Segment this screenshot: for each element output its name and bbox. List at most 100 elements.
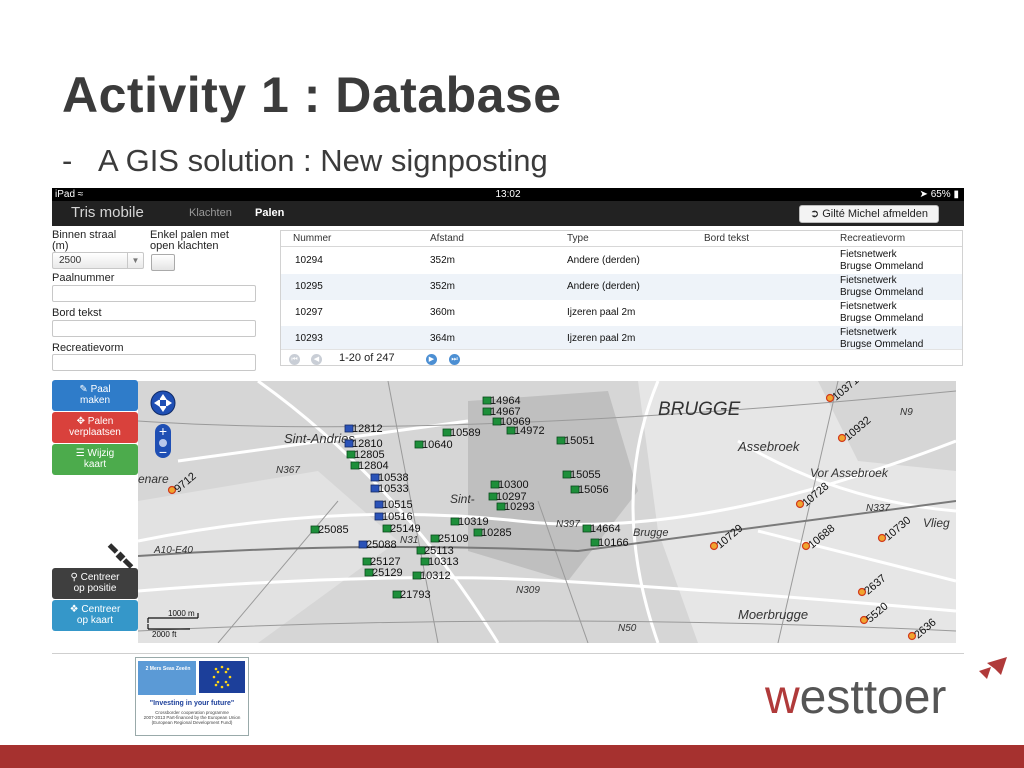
- slide-title: Activity 1 : Database: [62, 67, 562, 123]
- open-klachten-checkbox[interactable]: [151, 254, 175, 271]
- table-row[interactable]: 10294 352m Andere (derden) Fietsnetwerk B…: [281, 248, 962, 274]
- brand-arrow-icon: [987, 657, 1007, 675]
- map-road-label: N367: [276, 465, 300, 476]
- map-marker-label: 10515: [382, 499, 413, 511]
- page-range: 1-20 of 247: [339, 352, 395, 364]
- map-marker-label: 12804: [358, 460, 389, 472]
- zoom-out-icon[interactable]: −: [159, 444, 167, 460]
- map-marker-label: 10312: [420, 570, 451, 582]
- map-marker-label: 10285: [481, 527, 512, 539]
- menu-icon: ☰: [75, 448, 85, 459]
- palen-verplaatsen-button[interactable]: ✥ Palen verplaatsen: [52, 412, 138, 443]
- map-marker-label: 25129: [372, 567, 403, 579]
- map-place-label: Moerbrugge: [738, 607, 808, 622]
- open-klachten-label-2: open klachten: [150, 240, 219, 252]
- map-marker-label: 25088: [366, 539, 397, 551]
- map-marker-label: 10300: [498, 479, 529, 491]
- slide-subtitle: -A GIS solution : New signposting: [62, 143, 548, 179]
- col-bord-tekst[interactable]: Bord tekst: [704, 231, 749, 247]
- status-bar: iPad ≈ 13:02 ➤ 65% ▮: [52, 188, 964, 201]
- next-page-icon[interactable]: ▶: [426, 354, 437, 365]
- table-row[interactable]: 10295 352m Andere (derden) Fietsnetwerk B…: [281, 274, 962, 300]
- map-place-label: Vlieg: [923, 516, 950, 530]
- wijzig-kaart-button[interactable]: ☰ Wijzig kaart: [52, 444, 138, 475]
- zoom-in-icon[interactable]: +: [159, 423, 167, 439]
- brand-wordmark: westtoer: [765, 671, 946, 724]
- eu-interreg-logo: 2 Mers Seas Zeeën "Investing in your fut…: [135, 657, 249, 736]
- map-canvas[interactable]: BRUGGE Sint-Andries Assebroek Vor Assebr…: [138, 381, 956, 643]
- app-title: Tris mobile: [71, 204, 144, 221]
- map-marker-label: 10533: [378, 483, 409, 495]
- paalnummer-input[interactable]: [52, 285, 256, 302]
- col-type[interactable]: Type: [567, 231, 589, 247]
- recreatievorm-label: Recreatievorm: [52, 342, 124, 354]
- col-nummer[interactable]: Nummer: [293, 231, 331, 247]
- filter-panel: Binnen straal (m) Enkel palen met open k…: [52, 230, 272, 375]
- palen-table: Nummer Afstand Type Bord tekst Recreatie…: [280, 230, 963, 366]
- last-page-icon[interactable]: ⏭: [449, 354, 460, 365]
- bord-tekst-input[interactable]: [52, 320, 256, 337]
- eu-flag-icon: [199, 661, 245, 693]
- map-road-label: N337: [866, 503, 890, 514]
- battery-icon: ▮: [953, 189, 959, 200]
- table-row[interactable]: 10297 360m Ijzeren paal 2m Fietsnetwerk B…: [281, 300, 962, 326]
- map-marker-label: 25085: [318, 524, 349, 536]
- map-place-label: Sint-: [450, 492, 475, 506]
- col-afstand[interactable]: Afstand: [430, 231, 464, 247]
- move-icon: ✥: [76, 416, 86, 427]
- map-place-label: Vor Assebroek: [810, 466, 889, 480]
- map-marker-label: 25109: [438, 533, 469, 545]
- location-icon: ➤: [919, 189, 928, 200]
- satellite-icon: [106, 542, 136, 572]
- map-place-label: Brugge: [633, 527, 668, 539]
- bullet-dash: -: [62, 143, 73, 178]
- table-header: Nummer Afstand Type Bord tekst Recreatie…: [281, 231, 962, 247]
- ipad-screenshot: iPad ≈ 13:02 ➤ 65% ▮ Tris mobile Klachte…: [52, 188, 964, 654]
- logout-button[interactable]: ➲ Gilté Michel afmelden: [798, 205, 939, 223]
- pagination: ⏮ ◀ 1-20 of 247 ▶ ⏭: [281, 349, 962, 365]
- brand-arrow-icon-small: [979, 667, 991, 679]
- map-road-label: N31: [400, 535, 418, 546]
- map-marker-label: 15055: [570, 469, 601, 481]
- map-marker-label: 10293: [504, 501, 535, 513]
- eu-slogan: "Investing in your future": [149, 700, 235, 707]
- chevron-down-icon: ▼: [127, 253, 143, 268]
- map-road-label: A10-E40: [153, 545, 193, 556]
- radius-select[interactable]: 2500 ▼: [52, 252, 144, 269]
- target-icon: ❖: [69, 604, 79, 615]
- logout-icon: ➲: [809, 208, 820, 220]
- col-recreatievorm[interactable]: Recreatievorm: [840, 231, 905, 247]
- recreatievorm-input[interactable]: [52, 354, 256, 371]
- bord-tekst-label: Bord tekst: [52, 307, 102, 319]
- centreer-positie-button[interactable]: ⚲ Centreer op positie: [52, 568, 138, 599]
- map-road-label: N9: [900, 407, 913, 418]
- tab-klachten[interactable]: Klachten: [189, 207, 232, 219]
- footer-bar: [0, 745, 1024, 768]
- map-marker-label: 14972: [514, 425, 545, 437]
- first-page-icon[interactable]: ⏮: [289, 354, 300, 365]
- battery-status: ➤ 65% ▮: [919, 189, 959, 200]
- table-row[interactable]: 10293 364m Ijzeren paal 2m Fietsnetwerk B…: [281, 326, 962, 349]
- map-marker-label: 25149: [390, 523, 421, 535]
- app-nav-bar: Tris mobile Klachten Palen ➲ Gilté Miche…: [52, 201, 964, 226]
- map-place-label: enare: [138, 472, 169, 486]
- eu-fine-print: Crossborder cooperation programme 2007-20…: [143, 710, 241, 725]
- map-place-label: BRUGGE: [658, 399, 741, 420]
- map-road-label: N50: [618, 623, 637, 634]
- westtoer-logo: westtoer: [764, 657, 1015, 727]
- scale-feet: 2000 ft: [152, 630, 177, 639]
- map-marker-label: 10166: [598, 537, 629, 549]
- clock: 13:02: [495, 189, 521, 200]
- paalnummer-label: Paalnummer: [52, 272, 115, 284]
- map-road-label: N397: [556, 519, 580, 530]
- centreer-kaart-button[interactable]: ❖ Centreer op kaart: [52, 600, 138, 631]
- paal-maken-button[interactable]: ✎ Paal maken: [52, 380, 138, 411]
- tab-palen[interactable]: Palen: [255, 207, 284, 219]
- prev-page-icon[interactable]: ◀: [311, 354, 322, 365]
- subtitle-text: A GIS solution : New signposting: [98, 143, 548, 178]
- pencil-icon: ✎: [79, 384, 88, 395]
- map-marker-label: 15056: [578, 484, 609, 496]
- map-view[interactable]: BRUGGE Sint-Andries Assebroek Vor Assebr…: [138, 381, 956, 643]
- map-marker-label: 10640: [422, 439, 453, 451]
- map-place-label: Assebroek: [737, 439, 801, 454]
